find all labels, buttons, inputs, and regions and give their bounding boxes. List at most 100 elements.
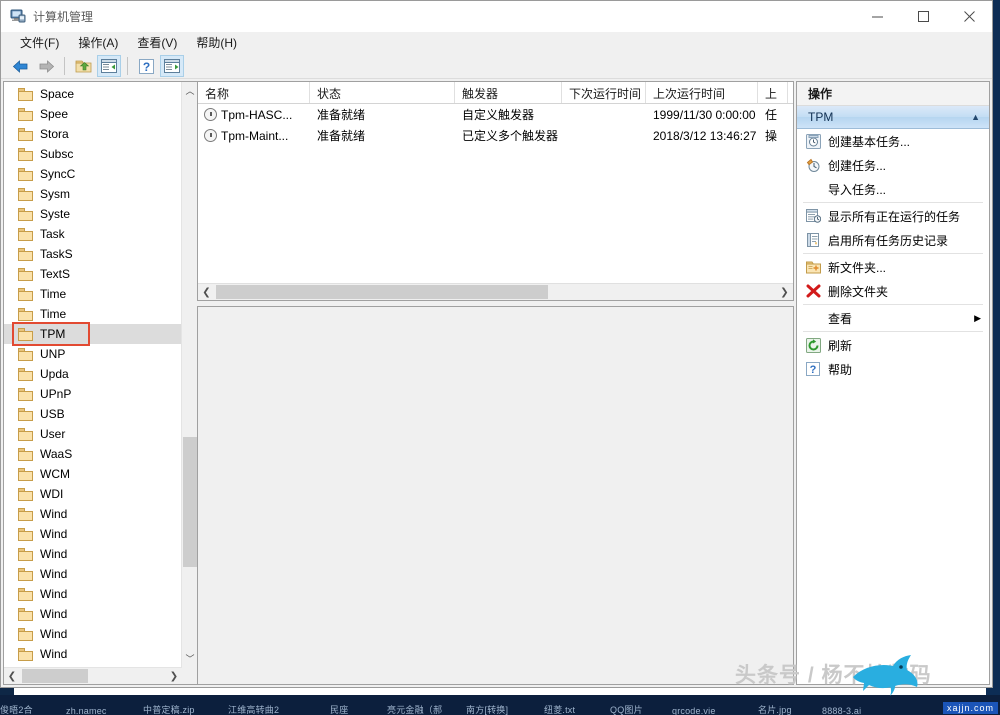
tree-hscroll-right-button[interactable]: ❯ [166,668,182,684]
action-item-0[interactable]: 创建基本任务... [797,129,989,153]
menu-help[interactable]: 帮助(H) [188,34,245,53]
taskbar-file-9[interactable]: qrcode.vie [672,706,716,715]
tree-item-space[interactable]: Space [4,84,181,104]
tree-hscroll-left-button[interactable]: ❮ [4,668,20,684]
tree-item-syncc[interactable]: SyncC [4,164,181,184]
taskbar-file-7[interactable]: 纽菱.txt [544,703,575,715]
action-item-1[interactable]: 创建任务... [797,153,989,177]
column-header-3[interactable]: 下次运行时间 [562,82,646,103]
tree-vertical-scrollbar[interactable]: ︿ ﹀ [181,82,197,684]
tree-item-sysm[interactable]: Sysm [4,184,181,204]
table-row[interactable]: Tpm-Maint...准备就绪已定义多个触发器2018/3/12 13:46:… [198,125,793,146]
tree-item-texts[interactable]: TextS [4,264,181,284]
task-name-label: Tpm-HASC... [221,108,292,122]
tree-item-waas[interactable]: WaaS [4,444,181,464]
task-clock-icon [204,129,217,142]
action-item-4[interactable]: 启用所有任务历史记录 [797,228,989,252]
taskbar-file-1[interactable]: zh.namec [66,706,107,715]
tree-horizontal-scrollbar[interactable]: ❮ ❯ [4,667,182,684]
tree-item-usb[interactable]: USB [4,404,181,424]
tree-item-tpm[interactable]: TPM [4,324,181,344]
action-item-7[interactable]: 查看▶ [797,306,989,330]
tree-item-time[interactable]: Time [4,284,181,304]
tree-scroll-thumb[interactable] [183,437,197,567]
taskbar-file-11[interactable]: 8888-3.ai [822,706,861,715]
tree-item-wind[interactable]: Wind [4,604,181,624]
taskbar-file-4[interactable]: 民座 [330,703,348,715]
task-list-rows[interactable]: Tpm-HASC...准备就绪自定义触发器1999/11/30 0:00:00任… [198,104,793,283]
taskbar-file-5[interactable]: 亮元金融（郝 [387,703,442,715]
menu-action[interactable]: 操作(A) [70,34,126,53]
action-item-9[interactable]: ?帮助 [797,357,989,381]
action-item-3[interactable]: 显示所有正在运行的任务 [797,204,989,228]
folder-icon [18,328,34,341]
tree-item-wcm[interactable]: WCM [4,464,181,484]
tree-item-label: Wind [40,527,67,541]
show-action-pane-icon[interactable] [160,55,184,77]
tree-item-wind[interactable]: Wind [4,504,181,524]
tree-item-spee[interactable]: Spee [4,104,181,124]
action-item-2[interactable]: 导入任务... [797,177,989,201]
taskbar-file-0[interactable]: 俊晤2合 [0,703,33,715]
close-button[interactable] [946,1,992,32]
tree-item-wind[interactable]: Wind [4,584,181,604]
tasklist-hscroll-thumb[interactable] [216,285,548,299]
back-icon[interactable] [8,55,32,77]
tree-item-upnp[interactable]: UPnP [4,384,181,404]
taskbar-file-6[interactable]: 南方[转换] [466,703,508,715]
action-item-label: 帮助 [828,361,852,378]
column-header-0[interactable]: 名称 [198,82,310,103]
taskbar-file-8[interactable]: QQ图片 [610,703,643,715]
task-list-header[interactable]: 名称状态触发器下次运行时间上次运行时间上 [198,82,793,104]
tasklist-hscroll-left-button[interactable]: ❮ [198,284,215,300]
maximize-button[interactable] [900,1,946,32]
tree-item-wind[interactable]: Wind [4,624,181,644]
tree-item-subsc[interactable]: Subsc [4,144,181,164]
column-header-5[interactable]: 上 [758,82,788,103]
menu-file[interactable]: 文件(F) [12,34,67,53]
task-list-horizontal-scrollbar[interactable]: ❮ ❯ [198,283,793,300]
tree-item-user[interactable]: User [4,424,181,444]
tree-item-wind[interactable]: Wind [4,564,181,584]
chevron-up-icon[interactable]: ▲ [971,112,980,122]
tree-item-wind[interactable]: Wind [4,524,181,544]
tasklist-hscroll-right-button[interactable]: ❯ [776,284,793,300]
folder-icon [18,368,34,381]
actions-section-tpm[interactable]: TPM ▲ [797,106,989,129]
menu-view[interactable]: 查看(V) [129,34,185,53]
tree-item-upda[interactable]: Upda [4,364,181,384]
tree-item-wdi[interactable]: WDI [4,484,181,504]
tree-item-wind[interactable]: Wind [4,644,181,664]
console-tree[interactable]: SpaceSpeeStoraSubscSyncCSysmSysteTaskTas… [4,82,181,684]
tree-item-time[interactable]: Time [4,304,181,324]
column-header-2[interactable]: 触发器 [455,82,562,103]
tree-hscroll-thumb[interactable] [22,669,88,683]
help-icon[interactable]: ? [134,55,158,77]
show-console-tree-icon[interactable] [97,55,121,77]
tree-item-task[interactable]: Task [4,224,181,244]
actions-list[interactable]: 创建基本任务...创建任务...导入任务... 显示所有正在运行的任务启用所有任务… [797,129,989,381]
column-header-4[interactable]: 上次运行时间 [646,82,758,103]
tree-item-stora[interactable]: Stora [4,124,181,144]
tree-scroll-up-button[interactable]: ︿ [182,82,197,99]
tree-item-wind[interactable]: Wind [4,544,181,564]
tree-item-unp[interactable]: UNP [4,344,181,364]
forward-icon[interactable] [34,55,58,77]
taskbar-file-10[interactable]: 名片.jpg [758,703,792,715]
minimize-button[interactable] [854,1,900,32]
task-list-view[interactable]: 名称状态触发器下次运行时间上次运行时间上 Tpm-HASC...准备就绪自定义触… [197,81,794,301]
tree-item-syste[interactable]: Syste [4,204,181,224]
taskbar-file-2[interactable]: 中普定稿.zip [143,703,195,715]
action-item-8[interactable]: 刷新 [797,333,989,357]
tree-scroll-down-button[interactable]: ﹀ [182,650,197,667]
chevron-right-icon[interactable]: ▶ [974,313,981,324]
up-folder-icon[interactable] [71,55,95,77]
action-item-5[interactable]: 新文件夹... [797,255,989,279]
table-row[interactable]: Tpm-HASC...准备就绪自定义触发器1999/11/30 0:00:00任 [198,104,793,125]
action-item-6[interactable]: 删除文件夹 [797,279,989,303]
column-header-1[interactable]: 状态 [310,82,455,103]
taskbar-file-3[interactable]: 江维高转曲2 [228,703,279,715]
tree-item-label: Wind [40,627,67,641]
folder-icon [18,568,34,581]
tree-item-tasks[interactable]: TaskS [4,244,181,264]
